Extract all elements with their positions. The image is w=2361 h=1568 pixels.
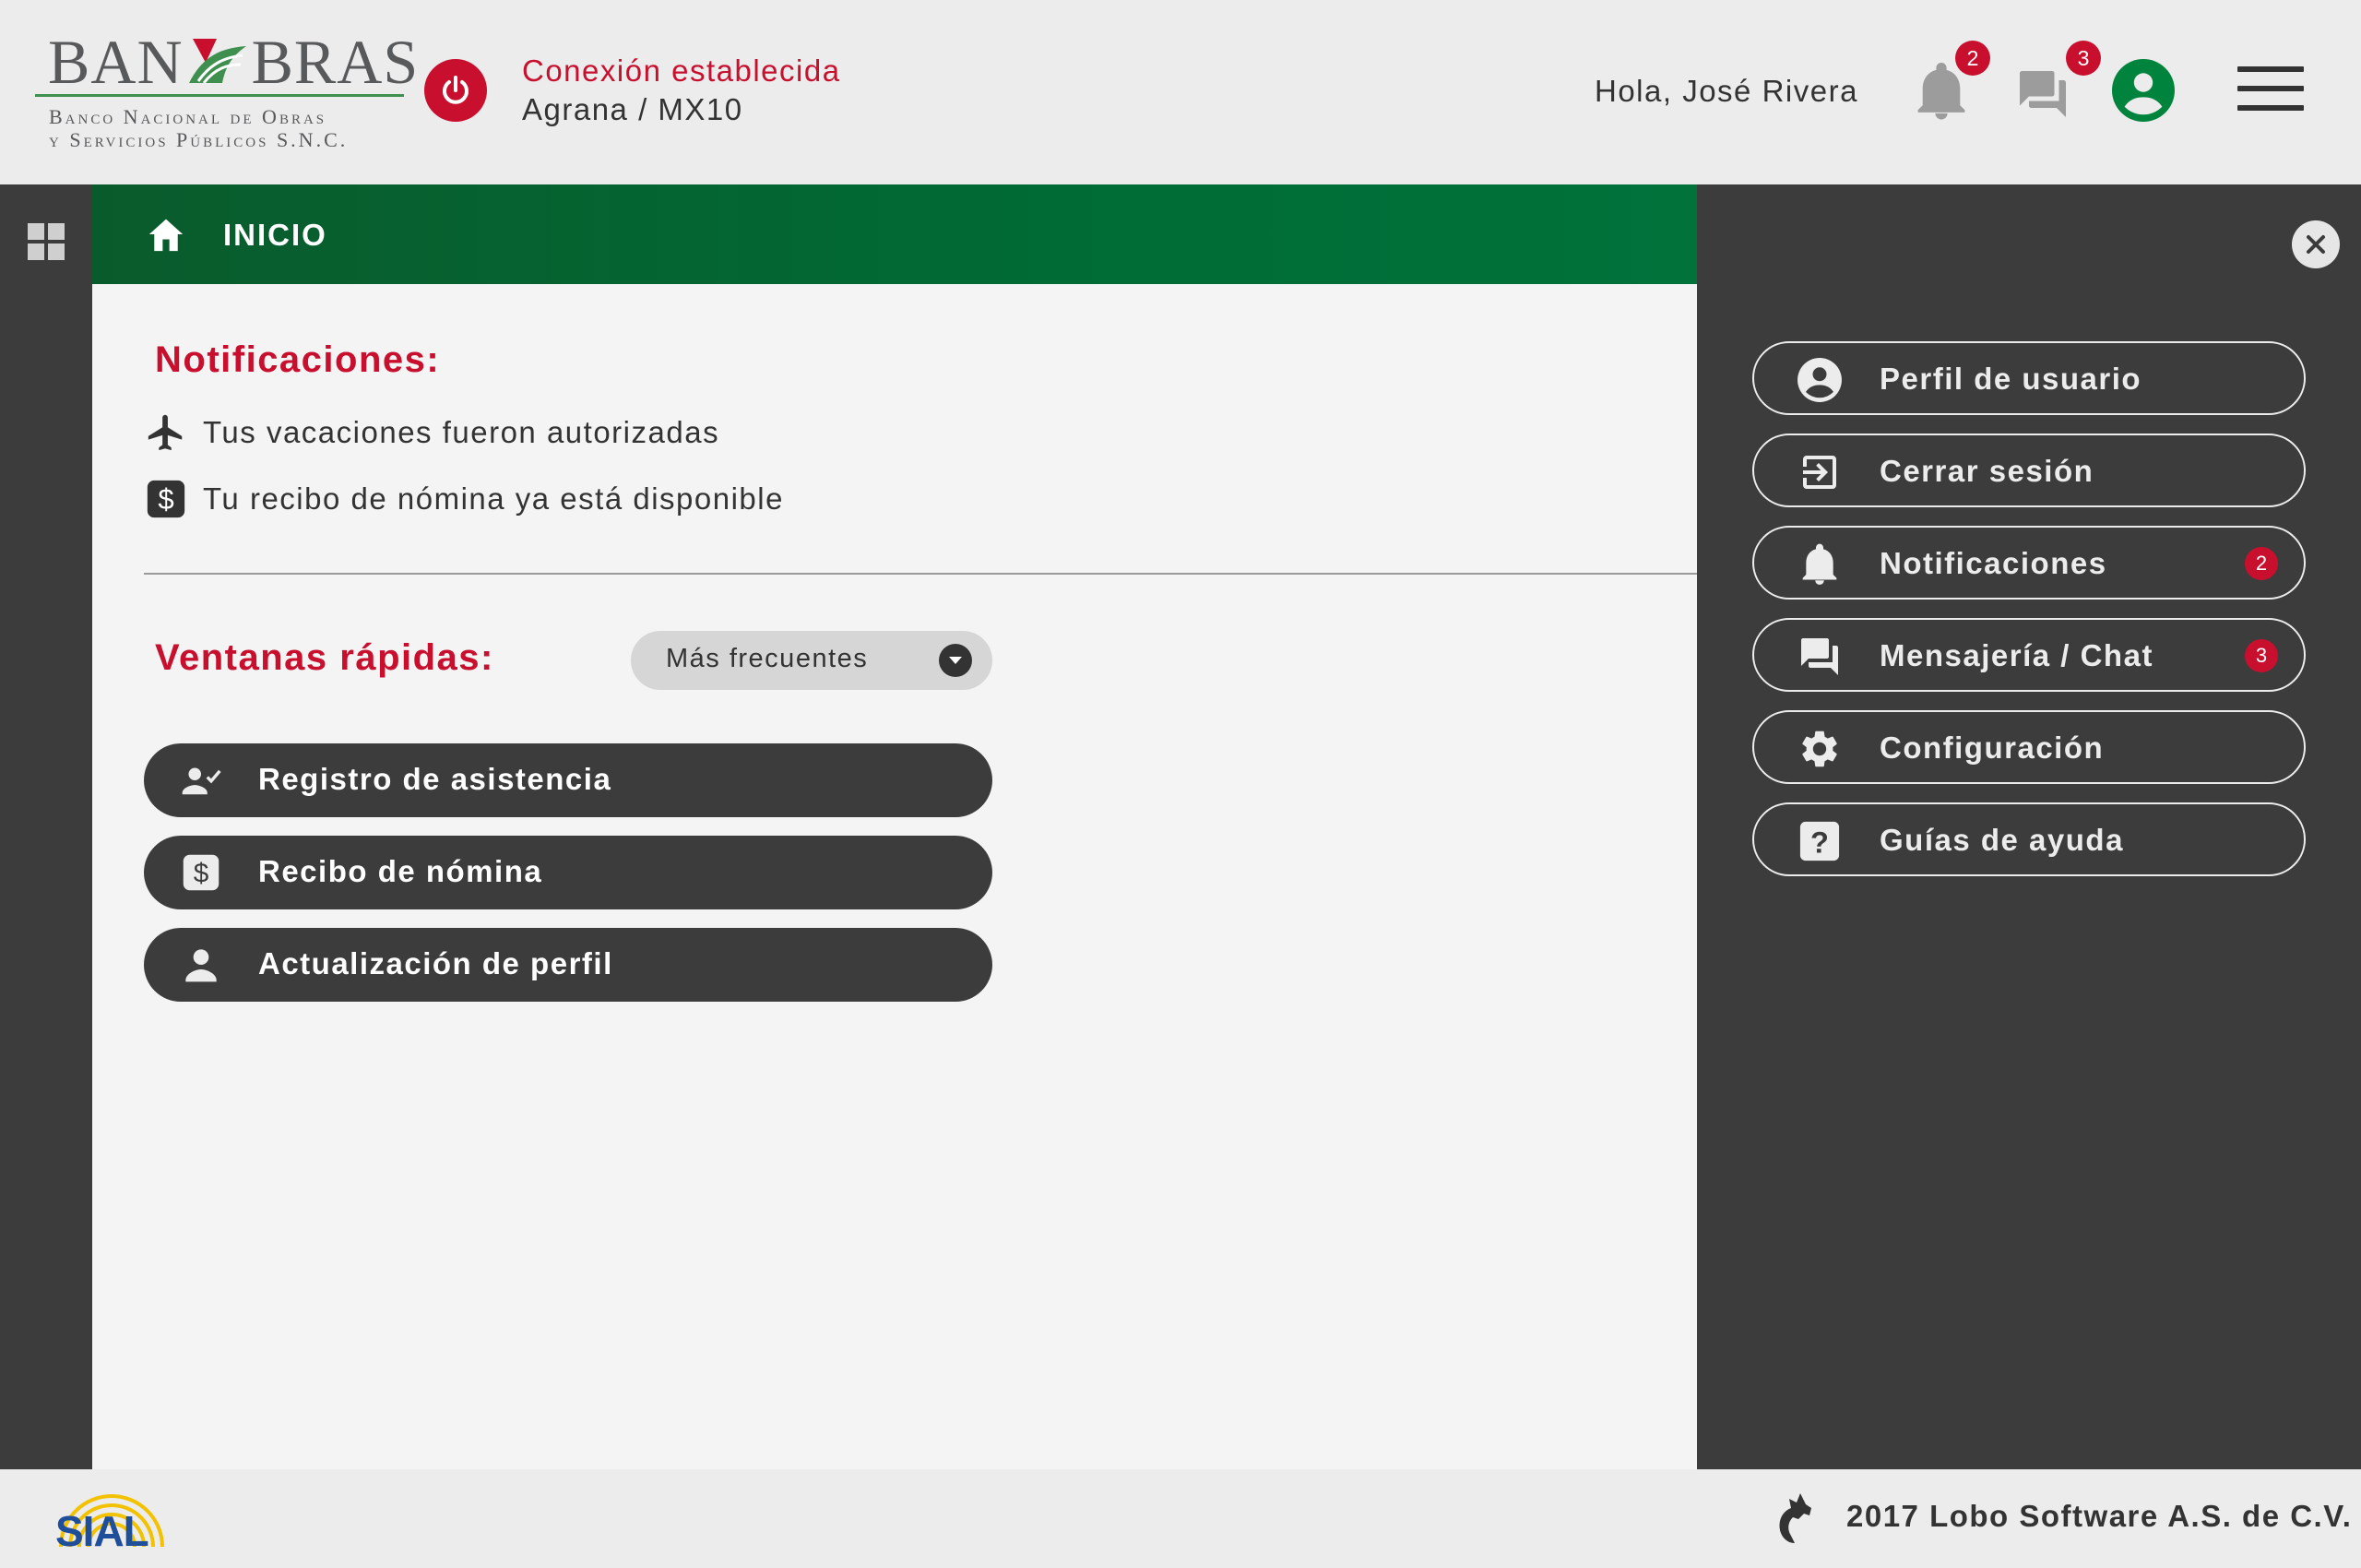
chat-icon <box>2020 71 2066 117</box>
quick-windows-title: Ventanas rápidas: <box>155 637 494 678</box>
menu-icon-bar <box>2237 105 2304 111</box>
menu-item-label: Cerrar sesión <box>1880 454 2094 488</box>
close-icon <box>2307 235 2325 254</box>
section-divider <box>144 573 1697 575</box>
logo-wordmark: BAN BRAS <box>48 30 419 94</box>
menu-icon-bar <box>2237 66 2304 72</box>
dollar-icon: $ <box>181 852 221 893</box>
left-rail <box>0 184 92 1469</box>
chevron-down-icon <box>939 644 972 677</box>
gear-icon <box>1797 727 1843 771</box>
close-panel-button[interactable] <box>2292 220 2340 268</box>
account-circle-icon <box>2112 59 2175 122</box>
menu-item-label: Mensajería / Chat <box>1880 638 2153 672</box>
svg-text:$: $ <box>194 859 209 889</box>
logout-icon <box>1797 450 1843 494</box>
notification-item[interactable]: Tus vacaciones fueron autorizadas <box>144 410 719 456</box>
banobras-logo[interactable]: BAN BRAS Banco Nacional de Obras y Servi… <box>35 30 418 154</box>
logo-subtitle: Banco Nacional de Obras y Servicios Públ… <box>49 105 409 151</box>
svg-text:?: ? <box>1810 826 1829 859</box>
menu-item-chat[interactable]: Mensajería / Chat 3 <box>1752 618 2306 692</box>
quick-button-label: Actualización de perfil <box>258 946 613 980</box>
quick-button-label: Recibo de nómina <box>258 854 543 888</box>
menu-item-label: Perfil de usuario <box>1880 362 2142 396</box>
header: BAN BRAS Banco Nacional de Obras y Servi… <box>0 0 2361 184</box>
menu-item-notifications[interactable]: Notificaciones 2 <box>1752 526 2306 600</box>
apps-grid-icon[interactable] <box>28 223 65 260</box>
quick-windows-filter-select[interactable]: Más frecuentes <box>631 631 992 690</box>
side-menu-panel: Perfil de usuario Cerrar sesión Notifica… <box>1697 184 2361 1469</box>
menu-item-label: Notificaciones <box>1880 546 2107 580</box>
quick-button-attendance[interactable]: Registro de asistencia <box>144 743 992 817</box>
sial-logo-text: SIAL <box>55 1507 149 1555</box>
page-title: INICIO <box>223 218 327 252</box>
quick-button-payroll[interactable]: $ Recibo de nómina <box>144 836 992 909</box>
quick-button-label: Registro de asistencia <box>258 762 612 796</box>
main-content: INICIO Notificaciones: Tus vacaciones fu… <box>92 184 1697 1469</box>
menu-item-label: Guías de ayuda <box>1880 823 2124 857</box>
menu-item-help[interactable]: ? Guías de ayuda <box>1752 802 2306 876</box>
logo-rule <box>35 94 404 97</box>
notifications-badge: 2 <box>1955 41 1990 76</box>
logo-right-text: BRAS <box>251 27 420 97</box>
notifications-badge: 2 <box>2245 547 2278 580</box>
notifications-title: Notificaciones: <box>155 339 441 380</box>
header-profile-button[interactable] <box>2112 59 2175 122</box>
logo-emblem-icon <box>188 39 246 84</box>
quick-button-profile-update[interactable]: Actualización de perfil <box>144 928 992 1002</box>
menu-button[interactable] <box>2237 66 2304 114</box>
notification-item[interactable]: $ Tu recibo de nómina ya está disponible <box>144 476 784 522</box>
menu-item-settings[interactable]: Configuración <box>1752 710 2306 784</box>
wolf-logo-icon <box>1779 1493 1811 1543</box>
chat-icon <box>1797 635 1843 679</box>
account-circle-icon <box>1797 358 1843 402</box>
filter-selected-value: Más frecuentes <box>666 644 869 673</box>
person-icon <box>181 944 221 985</box>
footer: SIAL 2017 Lobo Software A.S. de C.V. <box>0 1469 2361 1568</box>
header-notifications-button[interactable]: 2 <box>1913 41 1990 122</box>
logo-subtitle-line-2: y Servicios Públicos S.N.C. <box>49 128 349 151</box>
user-greeting: Hola, José Rivera <box>1595 74 1858 108</box>
home-icon[interactable] <box>146 216 186 253</box>
messages-badge: 3 <box>2245 639 2278 672</box>
bell-icon <box>1797 542 1843 587</box>
footer-copyright: 2017 Lobo Software A.S. de C.V. <box>1846 1499 2353 1533</box>
notification-text: Tu recibo de nómina ya está disponible <box>203 481 784 516</box>
page-topbar: INICIO <box>92 184 1697 284</box>
power-icon <box>443 76 469 104</box>
menu-icon-bar <box>2237 86 2304 91</box>
airplane-icon <box>144 411 188 454</box>
messages-badge: 3 <box>2066 41 2101 76</box>
notification-text: Tus vacaciones fueron autorizadas <box>203 415 720 449</box>
connection-server: Agrana / MX10 <box>522 92 743 126</box>
sial-logo: SIAL <box>52 1482 172 1555</box>
menu-item-logout[interactable]: Cerrar sesión <box>1752 434 2306 507</box>
help-icon: ? <box>1797 819 1843 863</box>
menu-item-label: Configuración <box>1880 731 2105 765</box>
header-messages-button[interactable]: 3 <box>2014 41 2101 122</box>
power-button[interactable] <box>424 59 487 122</box>
svg-text:$: $ <box>158 483 173 516</box>
connection-status: Conexión establecida <box>522 53 841 88</box>
menu-item-user-profile[interactable]: Perfil de usuario <box>1752 341 2306 415</box>
logo-subtitle-line-1: Banco Nacional de Obras <box>49 105 327 128</box>
dollar-icon: $ <box>144 478 188 520</box>
person-check-icon <box>181 760 221 801</box>
logo-left-text: BAN <box>48 27 184 97</box>
